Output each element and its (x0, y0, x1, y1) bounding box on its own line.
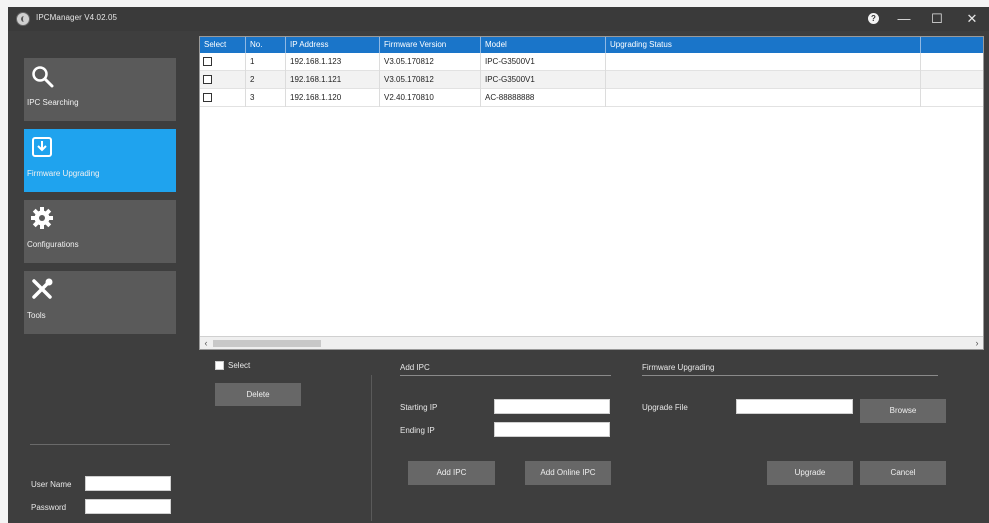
row-firmware: V2.40.170810 (380, 89, 481, 107)
row-select-cell (200, 71, 246, 89)
nav-configurations[interactable]: Configurations (24, 200, 176, 263)
scroll-thumb[interactable] (213, 340, 321, 347)
row-no: 1 (246, 53, 286, 71)
col-upgrading-status[interactable]: Upgrading Status (606, 37, 921, 53)
col-no[interactable]: No. (246, 37, 286, 53)
row-checkbox[interactable] (203, 93, 212, 102)
maximize-button[interactable]: ☐ (922, 7, 952, 31)
row-firmware: V3.05.170812 (380, 71, 481, 89)
window-title: IPCManager V4.02.05 (36, 13, 118, 22)
upload-icon (32, 137, 52, 157)
nav-label: IPC Searching (27, 98, 79, 107)
table-row[interactable]: 2 192.168.1.121 V3.05.170812 IPC-G3500V1 (200, 71, 983, 89)
upgrade-button[interactable]: Upgrade (767, 461, 853, 485)
browse-button[interactable]: Browse (860, 399, 946, 423)
gear-icon (31, 207, 53, 229)
user-name-label: User Name (31, 480, 72, 489)
col-model[interactable]: Model (481, 37, 606, 53)
row-select-cell (200, 53, 246, 71)
table-row[interactable]: 3 192.168.1.120 V2.40.170810 AC-88888888 (200, 89, 983, 107)
row-model: IPC-G3500V1 (481, 71, 606, 89)
row-model: AC-88888888 (481, 89, 606, 107)
firmware-underline (642, 375, 938, 376)
starting-ip-label: Starting IP (400, 403, 438, 412)
app-window: IPCManager V4.02.05 ? — ☐ ✕ IPC Searchin… (8, 7, 989, 523)
col-select[interactable]: Select (200, 37, 246, 53)
col-filler (921, 37, 983, 53)
ending-ip-label: Ending IP (400, 426, 435, 435)
row-ip: 192.168.1.123 (286, 53, 380, 71)
select-all-label: Select (228, 361, 251, 370)
row-no: 3 (246, 89, 286, 107)
row-select-cell (200, 89, 246, 107)
starting-ip-input[interactable] (494, 399, 610, 414)
help-icon[interactable]: ? (868, 13, 879, 24)
row-status (606, 53, 921, 71)
row-firmware: V3.05.170812 (380, 53, 481, 71)
upgrade-file-label: Upgrade File (642, 403, 688, 412)
minimize-button[interactable]: — (889, 7, 919, 31)
row-checkbox[interactable] (203, 57, 212, 66)
row-status (606, 71, 921, 89)
col-ip-address[interactable]: IP Address (286, 37, 380, 53)
nav-label: Firmware Upgrading (27, 169, 100, 178)
password-label: Password (31, 503, 67, 512)
sidebar-divider (30, 444, 170, 445)
table-header: Select No. IP Address Firmware Version M… (200, 37, 983, 53)
row-model: IPC-G3500V1 (481, 53, 606, 71)
row-checkbox[interactable] (203, 75, 212, 84)
row-status (606, 89, 921, 107)
add-online-ipc-button[interactable]: Add Online IPC (525, 461, 611, 485)
firmware-upgrading-title: Firmware Upgrading (642, 363, 715, 372)
select-all-checkbox[interactable] (215, 361, 224, 370)
add-ipc-underline (400, 375, 611, 376)
delete-button[interactable]: Delete (215, 383, 301, 406)
scroll-right-icon[interactable]: › (971, 337, 983, 349)
nav-ipc-searching[interactable]: IPC Searching (24, 58, 176, 121)
row-no: 2 (246, 71, 286, 89)
upgrade-file-input[interactable] (736, 399, 853, 414)
user-name-input[interactable] (85, 476, 171, 491)
cancel-button[interactable]: Cancel (860, 461, 946, 485)
title-bar: IPCManager V4.02.05 ? — ☐ ✕ (8, 7, 989, 31)
nav-firmware-upgrading[interactable]: Firmware Upgrading (24, 129, 176, 192)
app-logo-icon (16, 12, 30, 26)
ending-ip-input[interactable] (494, 422, 610, 437)
add-ipc-title: Add IPC (400, 363, 430, 372)
row-ip: 192.168.1.121 (286, 71, 380, 89)
add-ipc-button[interactable]: Add IPC (408, 461, 495, 485)
row-ip: 192.168.1.120 (286, 89, 380, 107)
nav-label: Tools (27, 311, 46, 320)
section-divider (371, 375, 372, 521)
scroll-left-icon[interactable]: ‹ (200, 337, 212, 349)
horizontal-scrollbar[interactable]: ‹ › (200, 336, 983, 349)
tools-icon (32, 278, 53, 299)
close-button[interactable]: ✕ (957, 7, 987, 31)
table-row[interactable]: 1 192.168.1.123 V3.05.170812 IPC-G3500V1 (200, 53, 983, 71)
ipc-table: Select No. IP Address Firmware Version M… (199, 36, 984, 350)
nav-label: Configurations (27, 240, 79, 249)
search-icon (32, 66, 54, 88)
nav-tools[interactable]: Tools (24, 271, 176, 334)
col-firmware-version[interactable]: Firmware Version (380, 37, 481, 53)
password-input[interactable] (85, 499, 171, 514)
